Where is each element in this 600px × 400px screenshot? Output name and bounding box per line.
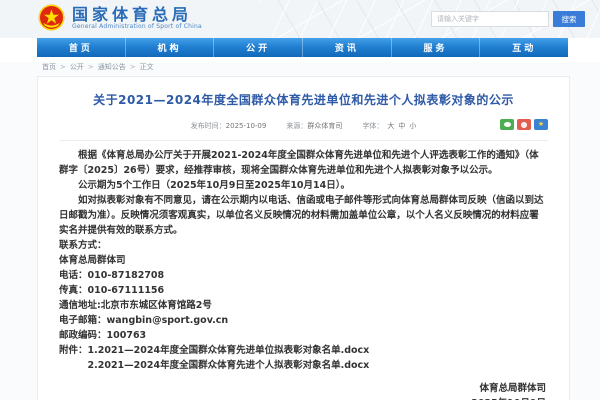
nav-item-1[interactable]: 机构 [125, 38, 214, 57]
wechat-bubble-glyph [504, 122, 511, 127]
breadcrumb-item[interactable]: 首页 [42, 63, 56, 71]
weibo-share-icon[interactable] [517, 119, 531, 130]
font-size-option[interactable]: 小 [409, 122, 416, 130]
site-title-group: 国家体育总局 General Administration of Sport o… [72, 6, 202, 30]
source: 来源：群众体育司 [286, 121, 342, 131]
nav-item-2[interactable]: 公开 [213, 38, 302, 57]
font-size-option[interactable]: 大 [387, 122, 394, 130]
font-size-label: 字体： [362, 122, 383, 130]
source-label: 来源： [286, 122, 307, 130]
attachment-link[interactable]: 2.2021—2024年度全国群众体育先进个人拟表彰对象名单.docx [59, 358, 548, 373]
site-title-en: General Administration of Sport of China [72, 23, 202, 30]
publish-time-value: 2025-10-09 [226, 122, 267, 130]
breadcrumb-item[interactable]: 通知公告 [98, 63, 126, 71]
signature-org: 体育总局群体司 [59, 381, 546, 396]
signature-date: 2025年10月9日 [59, 396, 546, 400]
publish-time: 发布时间：2025-10-09 [191, 121, 267, 131]
paragraph: 传真：010-67111156 [59, 283, 548, 298]
paragraph: 体育总局群体司 [59, 253, 548, 268]
breadcrumb-separator: > [60, 63, 66, 71]
paragraph: 根据《体育总局办公厅关于开展2021-2024年度全国群众体育先进单位和先进个人… [59, 148, 548, 178]
font-size-options: 大中小 [383, 122, 416, 130]
paragraph: 公示期为5个工作日（2025年10月9日至2025年10月14日）。 [59, 178, 548, 193]
breadcrumb-separator: > [130, 63, 136, 71]
search-input[interactable] [431, 11, 549, 27]
wechat-share-icon[interactable] [500, 119, 514, 130]
breadcrumb-item[interactable]: 正文 [140, 63, 154, 71]
paragraph: 电子邮箱：wangbin@sport.gov.cn [59, 313, 548, 328]
paragraph: 邮政编码：100763 [59, 328, 548, 343]
page-background: 首页 > 公开 > 通知公告 > 正文 关于2021—2024年度全国群众体育先进单位和先进… [0, 62, 600, 400]
page-title: 关于2021—2024年度全国群众体育先进单位和先进个人拟表彰对象的公示 [59, 91, 548, 108]
font-size-control: 字体：大中小 [362, 121, 416, 131]
font-size-option[interactable]: 中 [398, 122, 405, 130]
attachment-link[interactable]: 附件：1.2021—2024年度全国群众体育先进单位拟表彰对象名单.docx [59, 343, 548, 358]
share-buttons: ★ [500, 119, 548, 130]
breadcrumb: 首页 > 公开 > 通知公告 > 正文 [42, 62, 600, 72]
nav-item-0[interactable]: 首页 [37, 38, 125, 57]
publish-time-label: 发布时间： [191, 122, 226, 130]
qzone-share-icon[interactable]: ★ [534, 119, 548, 130]
search-button[interactable]: 搜索 [553, 11, 585, 27]
nav-item-4[interactable]: 服务 [391, 38, 480, 57]
nav-item-3[interactable]: 资讯 [302, 38, 391, 57]
breadcrumb-item[interactable]: 公开 [70, 63, 84, 71]
article-card: 关于2021—2024年度全国群众体育先进单位和先进个人拟表彰对象的公示 发布时… [37, 76, 570, 400]
search-bar: 搜索 [431, 11, 585, 27]
article-body: 根据《体育总局办公厅关于开展2021-2024年度全国群众体育先进单位和先进个人… [59, 148, 548, 373]
article-meta: 发布时间：2025-10-09 来源：群众体育司 字体：大中小 ★ [59, 121, 548, 141]
site-title: 国家体育总局 [72, 6, 202, 23]
site-logo[interactable]: 国家体育总局 General Administration of Sport o… [38, 4, 202, 31]
breadcrumb-separator: > [88, 63, 94, 71]
source-value: 群众体育司 [307, 122, 342, 130]
national-emblem-icon [38, 4, 65, 31]
paragraph: 通信地址:北京市东城区体育馆路2号 [59, 298, 548, 313]
paragraph: 电话：010-87182708 [59, 268, 548, 283]
paragraph: 如对拟表彰对象有不同意见，请在公示期内以电话、信函或电子邮件等形式向体育总局群体… [59, 193, 548, 238]
weibo-dot-glyph [521, 122, 527, 128]
paragraph: 联系方式： [59, 238, 548, 253]
main-nav: 首页机构公开资讯服务互动 [37, 38, 568, 57]
signature-block: 体育总局群体司 2025年10月9日 [59, 381, 548, 400]
site-header: 国家体育总局 General Administration of Sport o… [0, 0, 600, 38]
nav-item-5[interactable]: 互动 [479, 38, 568, 57]
